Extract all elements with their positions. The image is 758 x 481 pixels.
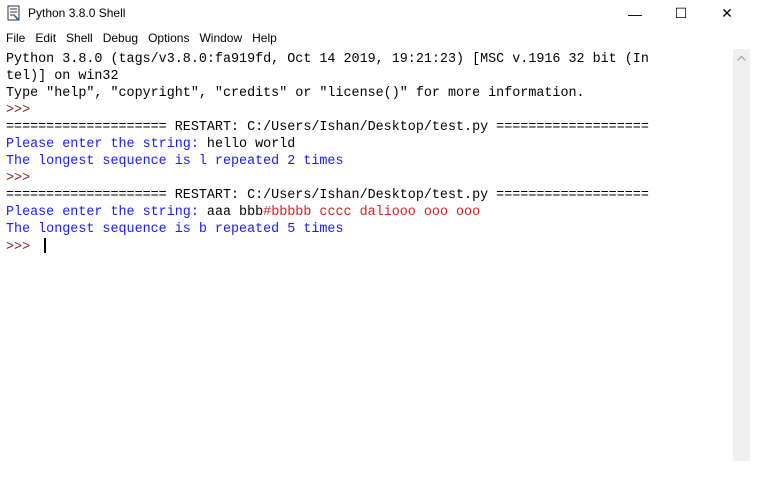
menu-bar: File Edit Shell Debug Options Window Hel… — [0, 28, 758, 48]
user-input-text: hello world — [206, 137, 296, 152]
scroll-up-button[interactable] — [733, 49, 750, 66]
banner-line-2: tel)] on win32 — [6, 69, 119, 84]
shell-text-area[interactable]: Python 3.8.0 (tags/v3.8.0:fa919fd, Oct 1… — [0, 49, 733, 461]
python-idle-icon — [7, 5, 20, 21]
output-line-2: The longest sequence is l repeated 2 tim… — [6, 154, 344, 169]
user-input-text: aaa bbb — [206, 205, 264, 220]
prompt-text: >>> — [6, 240, 39, 255]
menu-shell[interactable]: Shell — [62, 28, 97, 48]
output-line-3: Please enter the string: aaa bbb#bbbbb c… — [6, 204, 480, 221]
output-prompt-text: Please enter the string: — [6, 205, 207, 220]
window-title: Python 3.8.0 Shell — [28, 6, 126, 20]
menu-debug[interactable]: Debug — [99, 28, 142, 48]
close-icon: ✕ — [721, 5, 733, 21]
title-bar[interactable]: Python 3.8.0 Shell — ☐ ✕ — [0, 0, 758, 27]
menu-edit[interactable]: Edit — [31, 28, 60, 48]
chevron-up-icon — [737, 55, 746, 61]
output-line-4: The longest sequence is b repeated 5 tim… — [6, 222, 344, 237]
user-input-text-red: #bbbbb cccc dalio​oo ooo ooo — [263, 205, 481, 220]
menu-window[interactable]: Window — [195, 28, 246, 48]
minimize-button[interactable]: — — [612, 0, 658, 27]
vertical-scrollbar[interactable] — [733, 49, 750, 461]
menu-help[interactable]: Help — [248, 28, 281, 48]
maximize-button[interactable]: ☐ — [658, 0, 704, 27]
active-prompt-line[interactable]: >>> — [6, 238, 47, 256]
prompt-line: >>> — [6, 171, 39, 186]
minimize-icon: — — [628, 5, 642, 22]
output-line-1: Please enter the string: hello world — [6, 136, 295, 153]
text-cursor — [44, 238, 47, 253]
output-prompt-text: Please enter the string: — [6, 137, 207, 152]
restart-line-2: ==================== RESTART: C:/Users/I… — [6, 188, 649, 203]
restart-line-1: ==================== RESTART: C:/Users/I… — [6, 120, 649, 135]
window-bottom-strip — [0, 461, 758, 481]
menu-file[interactable]: File — [2, 28, 29, 48]
banner-line-3: Type "help", "copyright", "credits" or "… — [6, 86, 585, 101]
window-right-edge — [750, 49, 758, 461]
maximize-icon: ☐ — [674, 5, 688, 21]
menu-options[interactable]: Options — [144, 28, 193, 48]
prompt-line: >>> — [6, 103, 39, 118]
banner-line-1: Python 3.8.0 (tags/v3.8.0:fa919fd, Oct 1… — [6, 52, 649, 67]
close-button[interactable]: ✕ — [704, 0, 750, 27]
